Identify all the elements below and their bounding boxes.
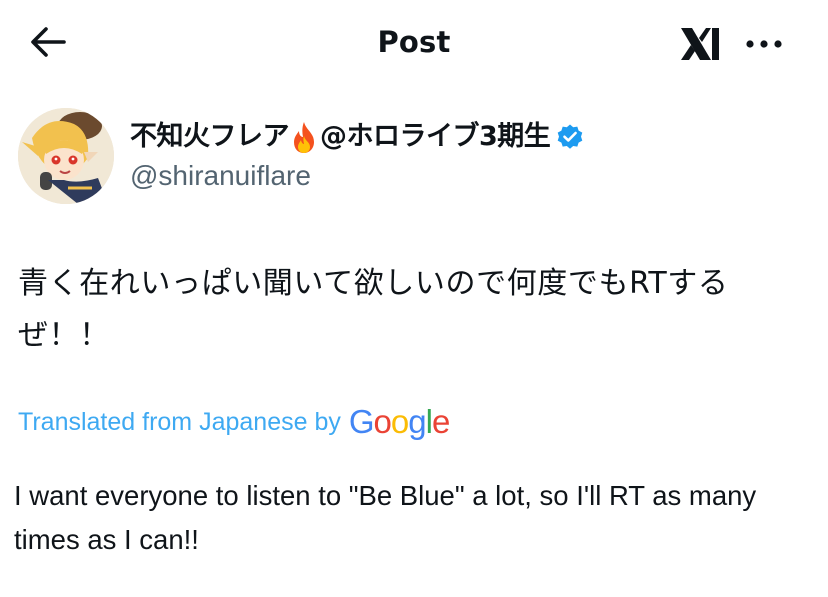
display-name-row[interactable]: 不知火フレア @ホロライブ3期生 (130, 116, 808, 158)
avatar-image (18, 108, 114, 204)
translation-attribution[interactable]: Translated from Japanese by Google (18, 402, 450, 442)
author-block: 不知火フレア @ホロライブ3期生 @shiranuiflare (130, 116, 808, 194)
grok-icon (681, 28, 719, 60)
user-handle[interactable]: @shiranuiflare (130, 158, 808, 194)
google-logo-letter: o (373, 403, 392, 440)
display-name: 不知火フレア (130, 121, 290, 152)
more-options-button[interactable] (740, 24, 788, 64)
avatar[interactable] (18, 108, 114, 204)
top-bar: Post (0, 0, 828, 84)
google-logo-letter: e (431, 403, 450, 440)
post-text: 青く在れいっぱい聞いて欲しいので何度でもRTするぜ！！ (18, 266, 729, 353)
grok-button[interactable] (676, 22, 724, 66)
display-name-suffix: @ホロライブ3期生 (320, 121, 551, 152)
translated-from-label: Translated from Japanese by (18, 408, 341, 436)
more-horizontal-icon (746, 40, 782, 48)
google-logo: Google (348, 402, 450, 442)
translated-post-text: I want everyone to listen to "Be Blue" a… (14, 480, 757, 555)
google-logo-letter: o (390, 403, 409, 440)
google-logo-letter: G (348, 403, 375, 440)
verified-badge-icon[interactable] (556, 123, 584, 151)
google-logo-letter: g (408, 403, 426, 440)
fire-icon (294, 122, 314, 153)
